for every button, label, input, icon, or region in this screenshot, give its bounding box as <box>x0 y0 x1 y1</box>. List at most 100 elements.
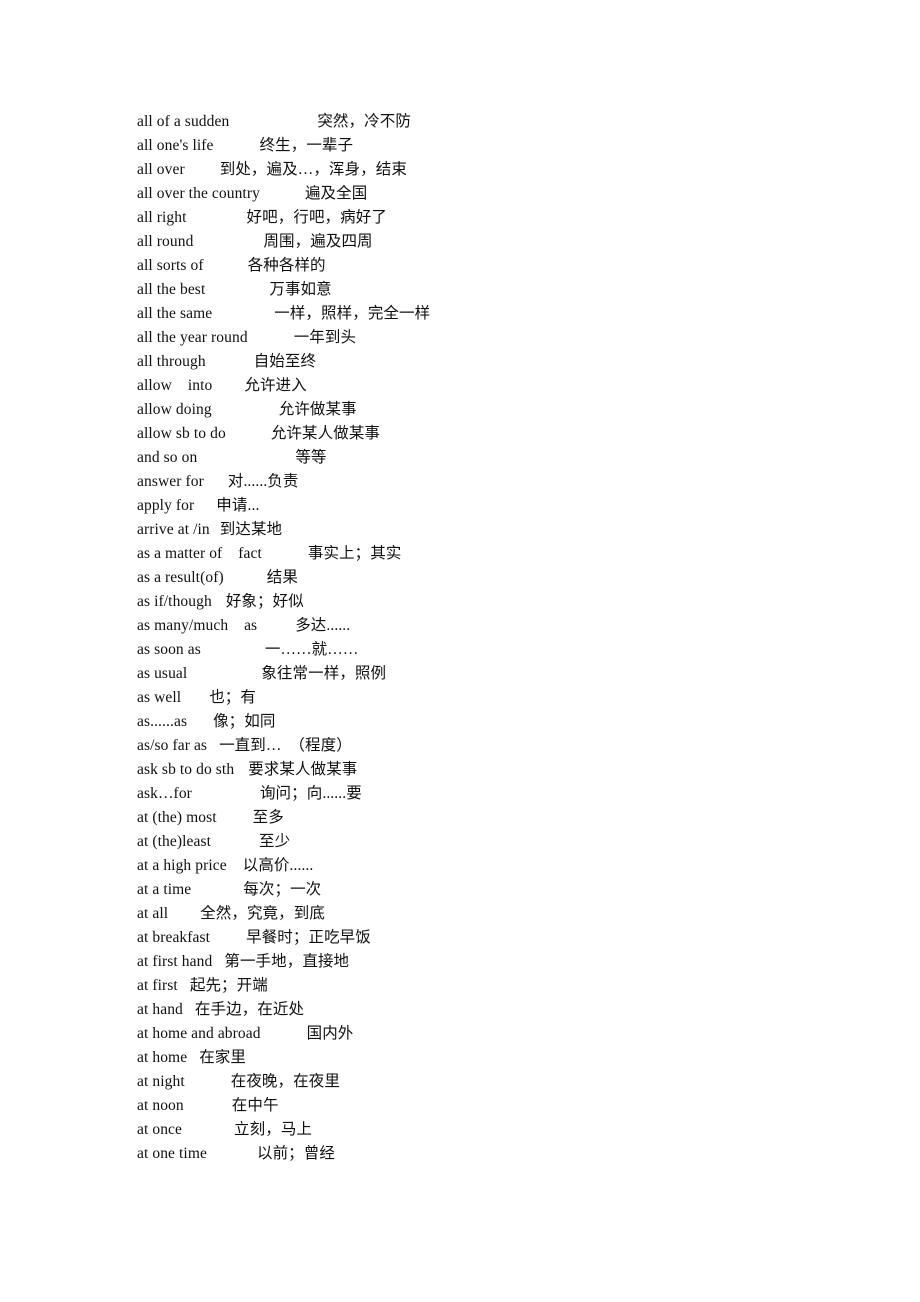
glossary-entry: all round 周围，遍及四周 <box>137 230 837 254</box>
glossary-entry: as/so far as 一直到… （程度） <box>137 734 837 758</box>
glossary-entry: at home and abroad 国内外 <box>137 1022 837 1046</box>
entry-term: all the year round <box>137 329 248 346</box>
glossary-entry: all over the country 遍及全国 <box>137 182 837 206</box>
entry-term: as well <box>137 689 182 706</box>
entry-gloss: 周围，遍及四周 <box>263 233 373 250</box>
entry-term: at (the)least <box>137 833 212 850</box>
entry-term: as......as <box>137 713 188 730</box>
glossary-entry: as well 也；有 <box>137 686 837 710</box>
entry-gloss: 结果 <box>266 569 298 586</box>
entry-gloss: 早餐时；正吃早饭 <box>246 929 371 946</box>
glossary-entry: as a result(of) 结果 <box>137 566 837 590</box>
entry-term: answer for <box>137 473 204 490</box>
glossary-entry: allow doing 允许做某事 <box>137 398 837 422</box>
entry-term: at hand <box>137 1001 183 1018</box>
entry-term: as a result(of) <box>137 569 224 586</box>
entry-term: at night <box>137 1073 185 1090</box>
entry-gloss: 立刻，马上 <box>234 1121 313 1138</box>
glossary-entry: at (the) most 至多 <box>137 806 837 830</box>
entry-gloss: 每次；一次 <box>243 881 322 898</box>
glossary-entry: as usual 象往常一样，照例 <box>137 662 837 686</box>
entry-gloss: 也；有 <box>209 689 256 706</box>
glossary-entry: at a high price 以高价...... <box>137 854 837 878</box>
entry-gloss: 至多 <box>252 809 284 826</box>
entry-gloss: 允许做某事 <box>278 401 357 418</box>
glossary-entry: answer for 对......负责 <box>137 470 837 494</box>
entry-term: all one's life <box>137 137 214 154</box>
entry-term: as usual <box>137 665 188 682</box>
glossary-entry: at first hand 第一手地，直接地 <box>137 950 837 974</box>
glossary-entry: arrive at /in 到达某地 <box>137 518 837 542</box>
entry-gloss: 起先；开端 <box>189 977 268 994</box>
entry-gloss: 等等 <box>295 449 327 466</box>
entry-term: ask…for <box>137 785 192 802</box>
entry-gloss: 在夜晚，在夜里 <box>230 1073 340 1090</box>
entry-gloss: 到达某地 <box>219 521 283 538</box>
entry-term: at a time <box>137 881 192 898</box>
entry-term: at home <box>137 1049 188 1066</box>
glossary-entry: as......as 像；如同 <box>137 710 837 734</box>
glossary-entry: at night 在夜晚，在夜里 <box>137 1070 837 1094</box>
entry-gloss: 在家里 <box>199 1049 247 1066</box>
entry-gloss: 一直到… （程度） <box>219 737 352 754</box>
glossary-entry: all one's life 终生，一辈子 <box>137 134 837 158</box>
entry-gloss: 以高价...... <box>242 857 314 874</box>
glossary-entry: all over 到处，遍及…，浑身，结束 <box>137 158 837 182</box>
glossary-entry: at hand 在手边，在近处 <box>137 998 837 1022</box>
entry-gloss: 像；如同 <box>213 713 276 730</box>
glossary-entry: allow sb to do 允许某人做某事 <box>137 422 837 446</box>
glossary-entry: all through 自始至终 <box>137 350 837 374</box>
entry-term: at a high price <box>137 857 227 874</box>
glossary-entry: all right 好吧，行吧，病好了 <box>137 206 837 230</box>
entry-gloss: 各种各样的 <box>247 257 326 274</box>
entry-term: and so on <box>137 449 198 466</box>
entry-term: all sorts of <box>137 257 204 274</box>
entry-gloss: 事实上；其实 <box>307 545 402 562</box>
entry-gloss: 自始至终 <box>253 353 317 370</box>
glossary-entry: ask sb to do sth 要求某人做某事 <box>137 758 837 782</box>
entry-gloss: 多达...... <box>295 617 351 634</box>
entry-gloss: 好象；好似 <box>225 593 304 610</box>
entry-term: as if/though <box>137 593 212 610</box>
entry-term: at noon <box>137 1097 184 1114</box>
glossary-list: all of a sudden 突然，冷不防 all one's life 终生，一辈… <box>137 110 837 1166</box>
entry-gloss: 一……就…… <box>264 641 359 658</box>
entry-gloss: 突然，冷不防 <box>317 113 411 130</box>
entry-term: at once <box>137 1121 183 1138</box>
glossary-entry: apply for 申请... <box>137 494 837 518</box>
glossary-entry: all the same 一样，照样，完全一样 <box>137 302 837 326</box>
entry-gloss: 象往常一样，照例 <box>261 665 387 682</box>
entry-gloss: 允许某人做某事 <box>270 425 381 442</box>
entry-gloss: 万事如意 <box>269 281 332 298</box>
entry-gloss: 在中午 <box>231 1097 279 1114</box>
glossary-entry: all of a sudden 突然，冷不防 <box>137 110 837 134</box>
entry-gloss: 允许进入 <box>244 377 307 394</box>
entry-term: all through <box>137 353 206 370</box>
entry-gloss: 国内外 <box>306 1025 354 1042</box>
entry-term: as a matter of fact <box>137 545 262 562</box>
glossary-entry: as soon as 一……就…… <box>137 638 837 662</box>
document-page: all of a sudden 突然，冷不防 all one's life 终生，一辈… <box>0 0 920 1302</box>
entry-gloss: 以前；曾经 <box>256 1145 335 1162</box>
glossary-entry: allow into 允许进入 <box>137 374 837 398</box>
entry-term: all the best <box>137 281 206 298</box>
glossary-entry: at once 立刻，马上 <box>137 1118 837 1142</box>
entry-term: at (the) most <box>137 809 217 826</box>
entry-term: all over the country <box>137 185 260 202</box>
entry-term: as many/much as <box>137 617 258 634</box>
entry-term: apply for <box>137 497 195 514</box>
entry-term: allow sb to do <box>137 425 226 442</box>
entry-term: at home and abroad <box>137 1025 261 1042</box>
entry-gloss: 在手边，在近处 <box>194 1001 305 1018</box>
glossary-entry: ask…for 询问；向......要 <box>137 782 837 806</box>
glossary-entry: at home 在家里 <box>137 1046 837 1070</box>
entry-term: as/so far as <box>137 737 208 754</box>
entry-term: all round <box>137 233 194 250</box>
glossary-entry: at one time 以前；曾经 <box>137 1142 837 1166</box>
entry-gloss: 好吧，行吧，病好了 <box>246 209 387 226</box>
glossary-entry: at a time 每次；一次 <box>137 878 837 902</box>
entry-term: all right <box>137 209 187 226</box>
glossary-entry: at first 起先；开端 <box>137 974 837 998</box>
entry-gloss: 至少 <box>259 833 291 850</box>
entry-term: at first hand <box>137 953 213 970</box>
